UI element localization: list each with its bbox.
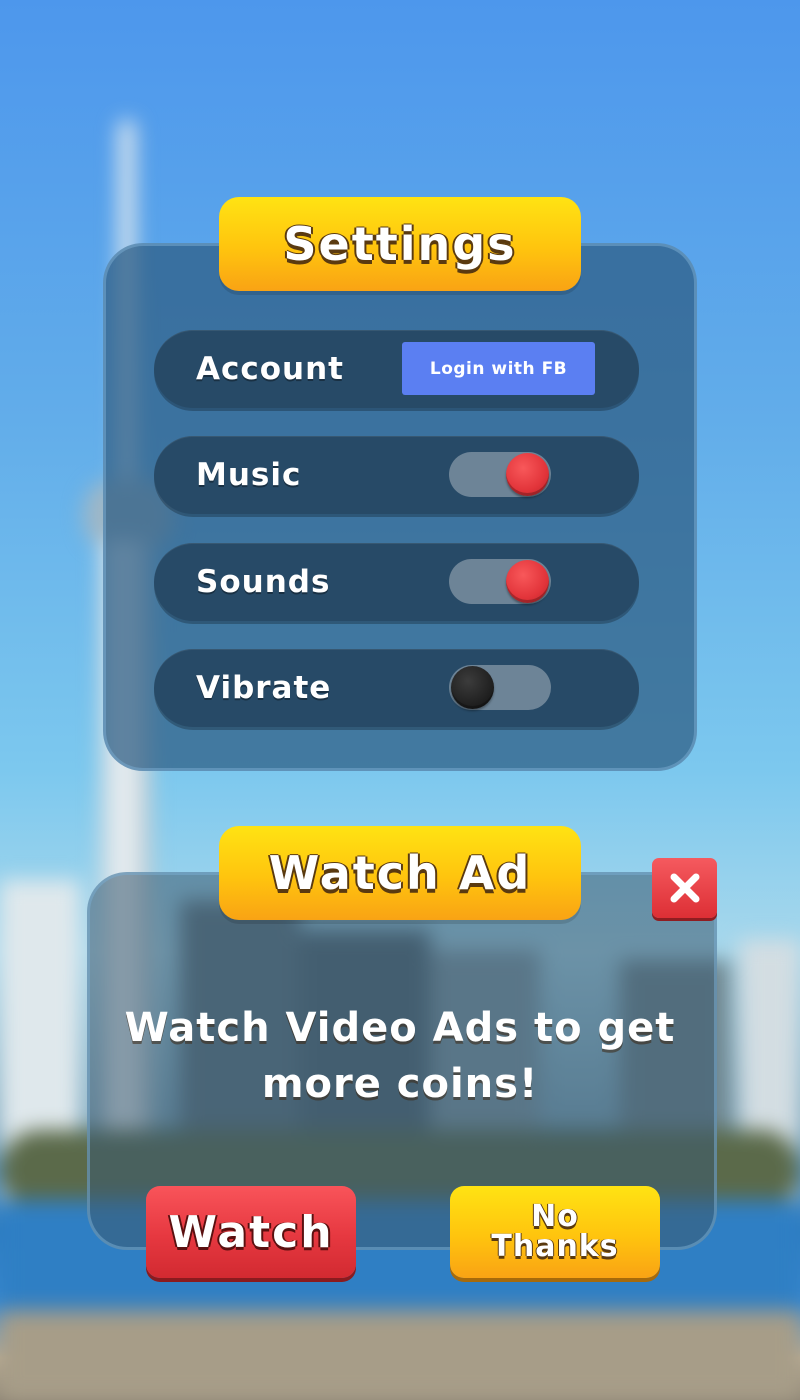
vibrate-label: Vibrate: [196, 670, 332, 706]
settings-title: Settings: [219, 197, 581, 291]
no-thanks-line1: No: [531, 1199, 579, 1234]
toggle-knob: [451, 666, 494, 709]
settings-row-music: Music: [154, 436, 639, 514]
settings-row-vibrate: Vibrate: [154, 649, 639, 727]
sounds-toggle[interactable]: [449, 559, 551, 604]
toggle-knob: [506, 453, 549, 496]
music-label: Music: [196, 457, 302, 493]
toggle-knob: [506, 560, 549, 603]
no-thanks-line2: Thanks: [491, 1229, 619, 1264]
settings-row-account: Account Login with FB: [154, 330, 639, 408]
account-label: Account: [196, 351, 344, 387]
vibrate-toggle[interactable]: [449, 665, 551, 710]
close-button[interactable]: [652, 858, 717, 918]
shore: [0, 1310, 800, 1400]
watch-button[interactable]: Watch: [146, 1186, 356, 1278]
no-thanks-button[interactable]: No Thanks: [450, 1186, 660, 1278]
ad-message: Watch Video Ads to get more coins!: [124, 1005, 676, 1107]
login-with-fb-button[interactable]: Login with FB: [402, 342, 595, 395]
watch-ad-title: Watch Ad: [219, 826, 581, 920]
close-x-icon: [670, 873, 699, 903]
settings-row-sounds: Sounds: [154, 543, 639, 621]
sounds-label: Sounds: [196, 564, 331, 600]
music-toggle[interactable]: [449, 452, 551, 497]
